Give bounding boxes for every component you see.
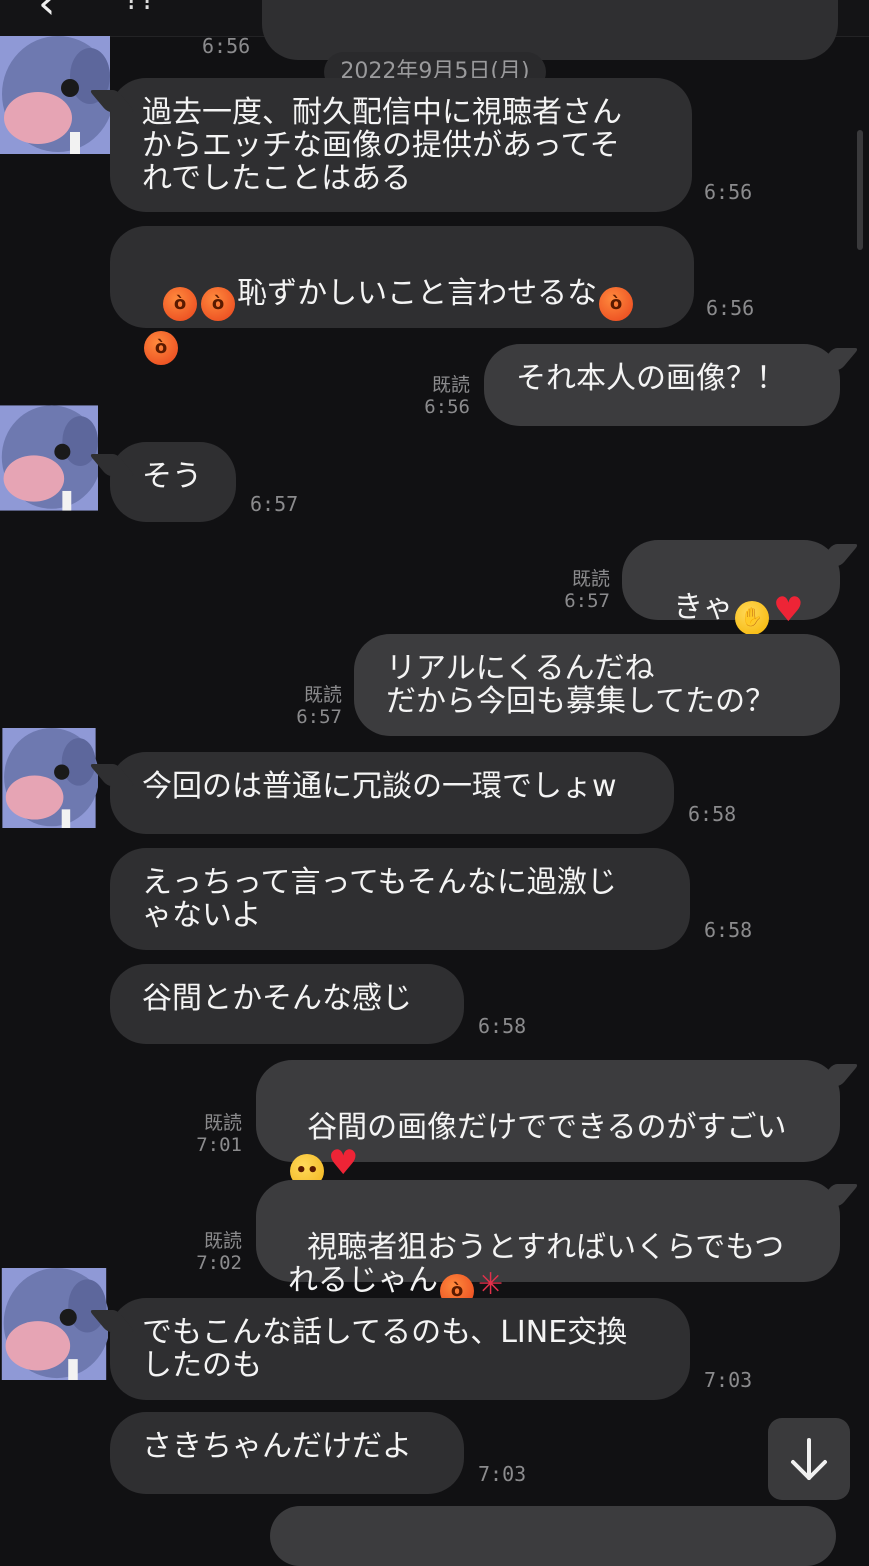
message-text: 過去一度、耐久配信中に視聴者さん からエッチな画像の提供があってそ れでしたこと… bbox=[142, 95, 622, 196]
message-bubble[interactable]: そう bbox=[110, 442, 236, 522]
back-arrow-icon[interactable]: ‹ bbox=[38, 0, 56, 29]
message-time: 7:03 bbox=[478, 1462, 527, 1486]
read-receipt: 既読 7:01 bbox=[196, 1112, 242, 1156]
message-bubble[interactable]: ò ò 恥ずかしいこと言わせるな ò ò bbox=[110, 226, 694, 365]
elephant-avatar-icon bbox=[1, 1268, 108, 1380]
message-time: 6:58 bbox=[704, 918, 753, 942]
anger-symbol-icon: ✳ bbox=[478, 1267, 504, 1302]
avatar[interactable] bbox=[0, 1268, 108, 1380]
message-bubble[interactable]: リアルにくるんだね だから今回も募集してたの？ bbox=[354, 634, 840, 736]
message-time: 6:56 bbox=[706, 296, 755, 320]
message-text: さきちゃんだけだよ bbox=[142, 1429, 412, 1464]
message-text: リアルにくるんだね だから今回も募集してたの？ bbox=[386, 651, 776, 719]
red-heart-icon: ♥ bbox=[328, 1143, 359, 1183]
partial-message-bubble bbox=[270, 1506, 836, 1566]
message-bubble[interactable]: えっちって言ってもそんなに過激じ ゃないよ bbox=[110, 848, 690, 950]
message-bubble[interactable]: 今回のは普通に冗談の一環でしょw bbox=[110, 752, 674, 834]
partial-message-bubble bbox=[262, 0, 838, 60]
message-text: きゃ bbox=[673, 590, 734, 625]
message-bubble[interactable]: 谷間とかそんな感じ bbox=[110, 964, 464, 1044]
message-time: 6:57 bbox=[250, 492, 299, 516]
message-text: でもこんな話してるのも、LINE交換 したのも bbox=[142, 1315, 628, 1383]
message-bubble[interactable]: でもこんな話してるのも、LINE交換 したのも bbox=[110, 1298, 690, 1400]
red-heart-icon: ♥ bbox=[773, 590, 804, 630]
chat-title: ?? bbox=[124, 0, 156, 17]
message-bubble[interactable]: きゃ ✋ ♥ bbox=[622, 540, 840, 635]
message-bubble[interactable]: さきちゃんだけだよ bbox=[110, 1412, 464, 1494]
angry-face-icon: ò bbox=[163, 287, 198, 321]
message-time: 6:58 bbox=[688, 802, 737, 826]
read-receipt: 既読 6:57 bbox=[296, 684, 342, 728]
message-time: 6:56 bbox=[202, 34, 251, 58]
avatar[interactable] bbox=[0, 404, 98, 512]
message-text: えっちって言ってもそんなに過激じ ゃないよ bbox=[142, 865, 617, 933]
message-text: 視聴者狙おうとすればいくらでもつ れるじゃん bbox=[288, 1230, 785, 1298]
message-bubble[interactable]: それ本人の画像？！ bbox=[484, 344, 840, 426]
message-time: 6:58 bbox=[478, 1014, 527, 1038]
scrollbar[interactable] bbox=[857, 130, 863, 250]
message-bubble[interactable]: 視聴者狙おうとすればいくらでもつ れるじゃん ò ✳ bbox=[256, 1180, 840, 1308]
elephant-avatar-icon bbox=[0, 405, 98, 511]
avatar[interactable] bbox=[0, 728, 98, 828]
message-text: 恥ずかしいこと言わせるな bbox=[237, 276, 598, 311]
message-time: 6:56 bbox=[704, 180, 753, 204]
message-text: そう bbox=[142, 459, 202, 494]
message-text: 今回のは普通に冗談の一環でしょw bbox=[142, 769, 617, 804]
message-text: 谷間とかそんな感じ bbox=[142, 981, 412, 1016]
angry-face-icon: ò bbox=[599, 287, 634, 321]
scroll-to-bottom-button[interactable] bbox=[768, 1418, 850, 1500]
read-receipt: 既読 6:56 bbox=[424, 374, 470, 418]
message-time: 7:03 bbox=[704, 1368, 753, 1392]
read-receipt: 既読 6:57 bbox=[564, 568, 610, 612]
face-peeking-hands-icon: ✋ bbox=[735, 601, 770, 635]
message-bubble[interactable]: 過去一度、耐久配信中に視聴者さん からエッチな画像の提供があってそ れでしたこと… bbox=[110, 78, 692, 212]
angry-face-icon: ò bbox=[144, 331, 178, 365]
read-receipt: 既読 7:02 bbox=[196, 1230, 242, 1274]
arrow-down-icon bbox=[791, 1438, 827, 1480]
message-bubble[interactable]: 谷間の画像だけでできるのがすごい •• ♥ bbox=[256, 1060, 840, 1188]
elephant-avatar-icon bbox=[2, 728, 98, 828]
angry-face-icon: ò bbox=[201, 287, 236, 321]
message-text: 谷間の画像だけでできるのがすごい bbox=[307, 1110, 787, 1145]
message-text: それ本人の画像？！ bbox=[516, 361, 786, 396]
